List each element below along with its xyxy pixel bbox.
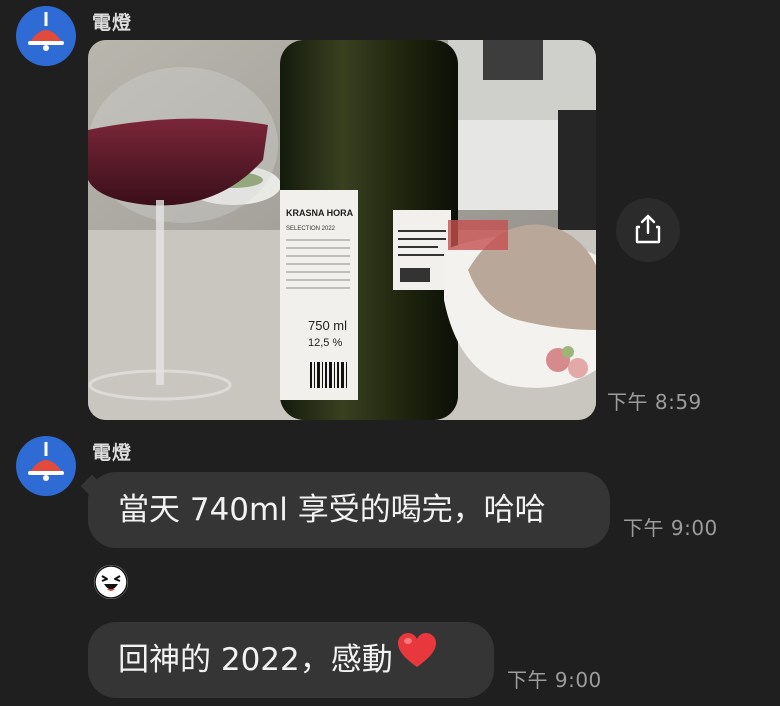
bottle-volume: 750 ml (308, 318, 347, 333)
sender-avatar[interactable] (16, 6, 76, 66)
share-button[interactable] (616, 198, 680, 262)
bottle-label-brand: KRASNA HORA (286, 208, 354, 218)
share-icon (635, 214, 661, 244)
message-text: 回神的 2022，感動 (118, 642, 393, 678)
message-bubble[interactable]: 回神的 2022，感動 (88, 622, 494, 698)
message-time: 下午 9:00 (623, 516, 718, 540)
sender-name: 電燈 (92, 12, 133, 34)
bottle-abv: 12,5 % (308, 337, 342, 349)
lamp-icon (28, 442, 64, 481)
laughing-face-sticker[interactable] (94, 565, 128, 599)
sender-name: 電燈 (92, 442, 133, 464)
message-time: 下午 9:00 (507, 668, 602, 692)
chat-photo[interactable]: KRASNA HORA SELECTION 2022 750 ml 12,5 % (88, 40, 596, 420)
message-time: 下午 8:59 (607, 390, 702, 414)
chat-screen: 電燈 KRASNA HORA SELECTION 2022 750 ml 12,… (0, 0, 780, 706)
heart-icon (397, 621, 437, 697)
wine-bottle-photo: KRASNA HORA SELECTION 2022 750 ml 12,5 % (88, 40, 596, 420)
laughing-face-icon (94, 565, 128, 599)
lamp-icon (28, 12, 64, 51)
sender-avatar[interactable] (16, 436, 76, 496)
message-bubble[interactable]: 當天 740ml 享受的喝完，哈哈 (88, 472, 610, 548)
bottle-label-line: SELECTION 2022 (286, 226, 336, 232)
